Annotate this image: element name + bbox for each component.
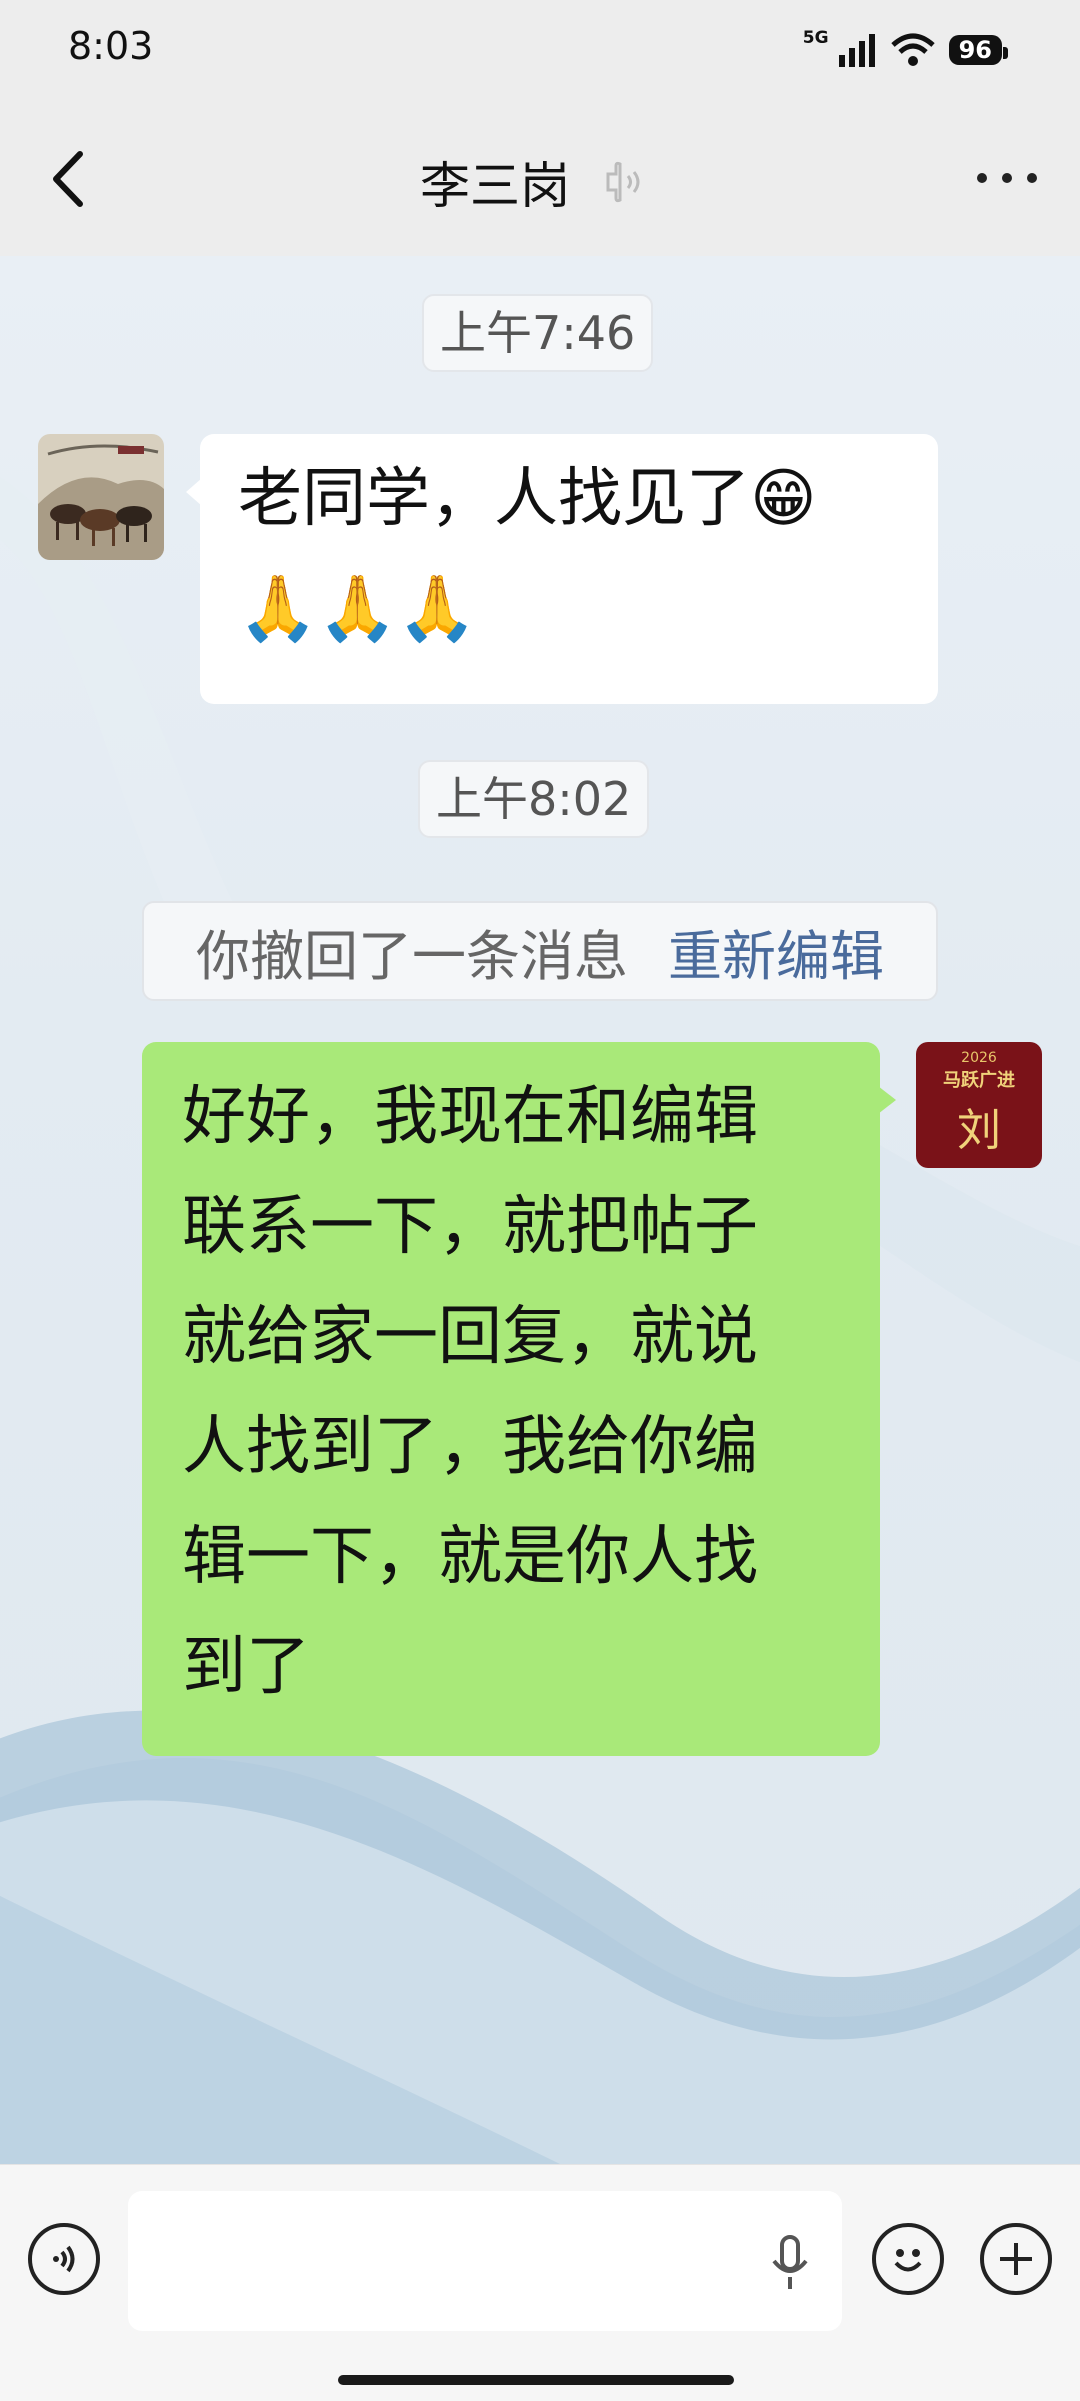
chat-title: 李三岗 — [420, 157, 570, 215]
recall-notice-text: 你撤回了一条消息 — [196, 924, 628, 988]
avatar-name: 刘 — [957, 1105, 1001, 1156]
outgoing-message-bubble[interactable]: 好好，我现在和编辑 联系一下，就把帖子 就给家一回复，就说 人找到了，我给你编 … — [142, 1042, 896, 1756]
outgoing-message-line: 到了 — [182, 1630, 310, 1704]
message-input[interactable] — [128, 2191, 842, 2331]
outgoing-message-line: 就给家一回复，就说 — [182, 1300, 758, 1374]
speaker-icon — [606, 161, 640, 203]
home-indicator[interactable] — [338, 2375, 734, 2385]
timestamp: 上午8:02 — [418, 760, 650, 838]
incoming-message-line: 老同学，人找见了😁 — [238, 462, 817, 536]
horses-painting-image — [38, 434, 164, 560]
status-icons: 5G 96 — [797, 26, 1009, 74]
input-bar — [0, 2164, 1080, 2401]
more-dots-icon[interactable] — [972, 158, 1042, 198]
outgoing-message-line: 联系一下，就把帖子 — [182, 1190, 758, 1264]
incoming-message-bubble[interactable]: 老同学，人找见了😁 🙏🙏🙏 — [186, 434, 938, 704]
plus-icon[interactable] — [980, 2223, 1052, 2295]
status-bar: 8:03 5G 96 — [0, 0, 1080, 100]
avatar-year: 2026 — [961, 1050, 997, 1066]
network-label: 5G — [802, 28, 829, 48]
status-time: 8:03 — [68, 24, 154, 68]
recall-notice: 你撤回了一条消息 重新编辑 — [142, 901, 938, 1001]
mic-icon[interactable] — [768, 2233, 812, 2293]
battery-indicator: 96 — [948, 35, 1009, 65]
contact-avatar[interactable] — [38, 434, 164, 560]
outgoing-message-line: 人找到了，我给你编 — [182, 1410, 758, 1484]
my-avatar[interactable]: 2026 马跃广进 刘 — [916, 1042, 1042, 1168]
wifi-icon — [890, 33, 935, 66]
chevron-left-icon[interactable] — [40, 144, 100, 214]
voice-icon[interactable] — [28, 2223, 100, 2295]
re-edit-link[interactable]: 重新编辑 — [668, 912, 884, 991]
outgoing-message-line: 辑一下，就是你人找 — [182, 1520, 758, 1594]
emoji-icon[interactable] — [872, 2223, 944, 2295]
signal-icon — [838, 34, 875, 67]
outgoing-message-line: 好好，我现在和编辑 — [182, 1080, 758, 1154]
chat-header: 李三岗 — [0, 100, 1080, 256]
outgoing-message-text: 好好，我现在和编辑 联系一下，就把帖子 就给家一回复，就说 人找到了，我给你编 … — [182, 1062, 758, 1722]
timestamp: 上午7:46 — [422, 294, 654, 372]
incoming-message-emoji-line: 🙏🙏🙏 — [238, 572, 478, 646]
avatar-slogan: 马跃广进 — [943, 1070, 1015, 1091]
chat-area[interactable]: 上午7:46 老同学，人找见了😁 🙏🙏🙏 上午8:02 你撤回了一条消息 重新编… — [0, 256, 1080, 2164]
chat-title-group: 李三岗 — [420, 146, 644, 218]
